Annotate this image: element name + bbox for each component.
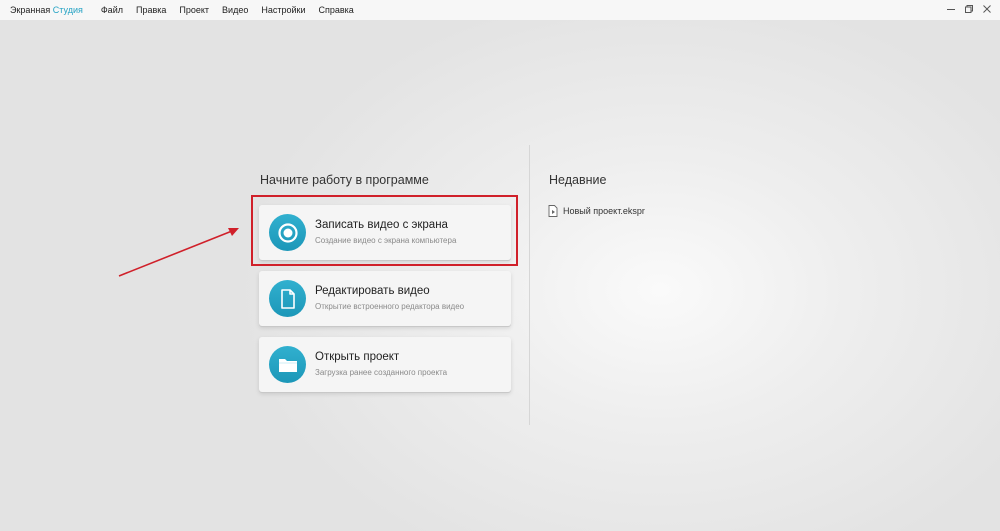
- recent-item-name: Новый проект.ekspr: [563, 206, 645, 216]
- window-controls: [944, 2, 994, 16]
- record-screen-card[interactable]: Записать видео с экрана Создание видео с…: [259, 205, 511, 260]
- menu-help[interactable]: Справка: [318, 5, 353, 15]
- project-file-icon: [548, 205, 558, 217]
- record-icon: [277, 222, 298, 243]
- record-screen-subtitle: Создание видео с экрана компьютера: [315, 236, 457, 245]
- start-section: Начните работу в программе Записать виде…: [259, 171, 513, 392]
- edit-video-card[interactable]: Редактировать видео Открытие встроенного…: [259, 271, 511, 326]
- folder-icon-badge: [269, 346, 306, 383]
- folder-icon: [278, 358, 297, 372]
- open-project-title: Открыть проект: [315, 351, 400, 363]
- restore-icon: [965, 5, 973, 13]
- menu-bar: Экранная Студия Файл Правка Проект Видео…: [0, 0, 1000, 20]
- recent-section: Недавние Новый проект.ekspr: [548, 171, 748, 217]
- document-icon-badge: [269, 280, 306, 317]
- menu-video[interactable]: Видео: [222, 5, 248, 15]
- menu-edit[interactable]: Правка: [136, 5, 166, 15]
- close-button[interactable]: [980, 2, 994, 16]
- start-section-title: Начните работу в программе: [260, 173, 429, 187]
- recent-item[interactable]: Новый проект.ekspr: [548, 205, 645, 217]
- record-icon-badge: [269, 214, 306, 251]
- annotation-arrow: [118, 228, 239, 277]
- recent-section-title: Недавние: [549, 173, 607, 187]
- menu-file[interactable]: Файл: [101, 5, 123, 15]
- app-title-main: Экранная: [10, 5, 51, 15]
- section-divider: [529, 145, 530, 425]
- minimize-button[interactable]: [944, 2, 958, 16]
- edit-video-subtitle: Открытие встроенного редактора видео: [315, 302, 465, 311]
- document-icon: [280, 288, 295, 309]
- edit-video-title: Редактировать видео: [315, 285, 430, 297]
- close-icon: [983, 5, 991, 13]
- open-project-card[interactable]: Открыть проект Загрузка ранее созданного…: [259, 337, 511, 392]
- menu-settings[interactable]: Настройки: [261, 5, 305, 15]
- app-title: Экранная Студия: [10, 5, 83, 15]
- minimize-icon: [947, 9, 955, 10]
- menu-project[interactable]: Проект: [179, 5, 209, 15]
- record-screen-title: Записать видео с экрана: [315, 219, 448, 231]
- app-title-accent: Студия: [52, 5, 83, 15]
- restore-button[interactable]: [962, 2, 976, 16]
- open-project-subtitle: Загрузка ранее созданного проекта: [315, 368, 448, 377]
